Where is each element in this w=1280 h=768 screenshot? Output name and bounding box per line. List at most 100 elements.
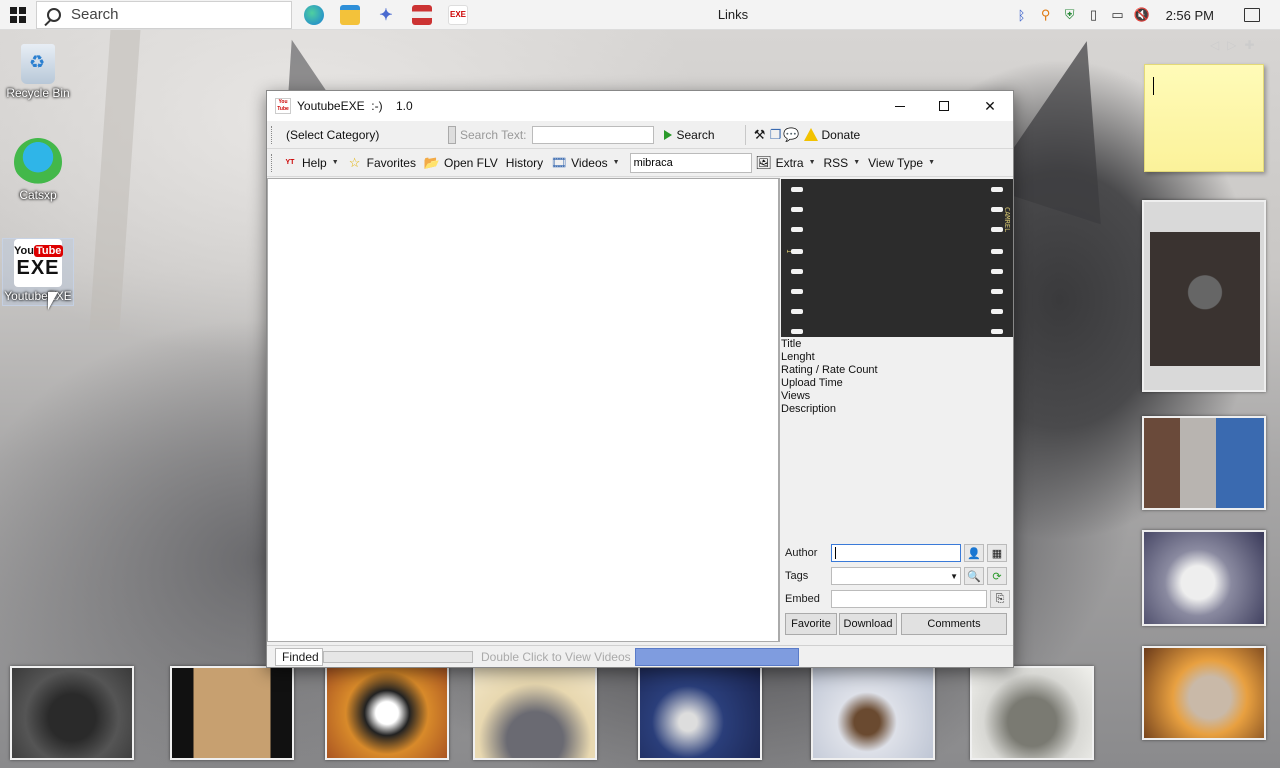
author-label: Author bbox=[785, 547, 818, 559]
system-tray: ᛒ ⚲ ⛨ ▯ ▭ 🔇 2:56 PM bbox=[1014, 0, 1280, 30]
category-scroll[interactable] bbox=[448, 125, 456, 144]
search-magnifier-icon[interactable]: ⚲ bbox=[1038, 7, 1054, 23]
chat-icon[interactable]: 💬 bbox=[783, 127, 799, 143]
search-text-input[interactable] bbox=[532, 125, 655, 144]
strip-photo-black-cat[interactable] bbox=[10, 666, 134, 760]
app-logo-icon: You Tube bbox=[275, 98, 291, 114]
notifications-icon[interactable] bbox=[1244, 8, 1260, 22]
search-button[interactable]: Search bbox=[660, 128, 718, 142]
links-toolbar[interactable]: Links bbox=[690, 0, 776, 30]
tags-refresh-button[interactable]: ⟳ bbox=[987, 567, 1007, 585]
window-titlebar[interactable]: You Tube YoutubeEXE :-) 1.0 ✕ bbox=[267, 91, 1013, 121]
dropdown-arrow-icon: ▼ bbox=[612, 159, 620, 166]
close-button[interactable]: ✕ bbox=[967, 91, 1013, 121]
window-mode-icon[interactable]: ❐ bbox=[768, 127, 784, 143]
clock[interactable]: 2:56 PM bbox=[1166, 8, 1214, 23]
network-icon[interactable]: ▭ bbox=[1110, 7, 1126, 23]
side-photo-kitten[interactable] bbox=[1142, 200, 1266, 392]
play-icon bbox=[664, 129, 673, 140]
desktop-icon-youtubeexe[interactable]: You Tube EXE YoutubeEXE bbox=[2, 238, 74, 306]
help-menu[interactable]: YT Help ▼ bbox=[278, 155, 343, 171]
extra-menu[interactable]: 🖼 Extra ▼ bbox=[752, 155, 820, 171]
film-sprocket bbox=[791, 329, 803, 334]
desktop-icon-recycle-bin[interactable]: Recycle Bin bbox=[2, 40, 74, 100]
desktop-icon-label: YoutubeEXE bbox=[4, 289, 72, 303]
film-sprocket bbox=[791, 207, 803, 212]
youtubeexe-icon: You Tube EXE bbox=[14, 239, 64, 287]
donate-button[interactable]: Donate bbox=[800, 128, 865, 142]
tools-icon[interactable]: ⚒ bbox=[752, 127, 768, 143]
start-button[interactable] bbox=[0, 0, 36, 30]
bluetooth-icon[interactable]: ᛒ bbox=[1014, 7, 1030, 23]
status-finded: Finded bbox=[275, 647, 323, 666]
magnifier-icon: 🔍 bbox=[967, 570, 981, 583]
star-icon: ☆ bbox=[348, 154, 361, 170]
desktop-icon-catsxp[interactable]: Catsxp bbox=[2, 138, 74, 202]
tags-search-button[interactable]: 🔍 bbox=[964, 567, 984, 585]
volume-muted-icon[interactable]: 🔇 bbox=[1133, 7, 1149, 23]
taskbar-search-box[interactable]: Search bbox=[36, 0, 292, 29]
author-input[interactable] bbox=[831, 544, 961, 562]
maximize-button[interactable] bbox=[921, 91, 967, 121]
embed-label: Embed bbox=[785, 593, 820, 605]
strip-photo-spotted-kitten[interactable] bbox=[638, 666, 762, 760]
view-type-menu[interactable]: View Type ▼ bbox=[864, 156, 939, 170]
video-list[interactable] bbox=[267, 178, 779, 642]
film-sprocket bbox=[991, 289, 1003, 294]
film-sprocket bbox=[791, 249, 803, 254]
embed-input[interactable] bbox=[831, 590, 987, 608]
toolbar-grip[interactable] bbox=[271, 153, 274, 172]
videos-menu[interactable]: 🎞 Videos ▼ bbox=[547, 155, 623, 171]
side-photo-cat-sleeping[interactable] bbox=[1142, 416, 1266, 510]
search-toolbar: (Select Category) Search Text: Search ⚒ … bbox=[267, 121, 1013, 149]
author-profile-button[interactable]: 👤 bbox=[964, 544, 984, 562]
comments-button[interactable]: Comments bbox=[901, 613, 1007, 635]
video-preview-filmstrip[interactable]: 1 CAMREL bbox=[781, 179, 1013, 337]
gadget-next-icon[interactable]: ▷ bbox=[1227, 38, 1236, 52]
user-card-icon: 🖼 bbox=[755, 154, 772, 170]
author-row: Author 👤 ▦ bbox=[785, 543, 1007, 563]
side-photo-cat-blanket[interactable] bbox=[1142, 530, 1266, 626]
film-sprocket bbox=[791, 227, 803, 232]
film-sprocket bbox=[991, 329, 1003, 334]
edge-icon[interactable] bbox=[304, 4, 324, 25]
strip-photo-gray-cat[interactable] bbox=[473, 666, 597, 760]
youtubeexe-taskbar-icon[interactable]: EXE bbox=[448, 4, 468, 25]
favorite-button[interactable]: Favorite bbox=[785, 613, 837, 635]
file-explorer-icon[interactable] bbox=[340, 4, 360, 25]
side-photo-cat-bed[interactable] bbox=[1142, 646, 1266, 740]
film-sprocket bbox=[791, 269, 803, 274]
usb-icon[interactable]: ▯ bbox=[1086, 7, 1102, 23]
toolbar-grip[interactable] bbox=[271, 125, 274, 144]
gadget-navigation: ◁ ▷ ✚ bbox=[1210, 38, 1255, 52]
film-sprocket bbox=[991, 187, 1003, 192]
tags-dropdown[interactable]: ▼ bbox=[831, 567, 961, 585]
detail-views-label: Views bbox=[781, 390, 811, 402]
search-button-label: Search bbox=[676, 127, 715, 142]
desktop-icon-label: Recycle Bin bbox=[6, 86, 70, 100]
strip-photo-tabby-yawning[interactable] bbox=[170, 666, 294, 760]
rss-menu[interactable]: RSS ▼ bbox=[820, 156, 865, 170]
history-button[interactable]: History bbox=[502, 156, 547, 170]
gadget-prev-icon[interactable]: ◁ bbox=[1210, 38, 1219, 52]
category-select[interactable]: (Select Category) bbox=[278, 128, 448, 142]
favorites-button[interactable]: ☆ Favorites bbox=[343, 155, 420, 171]
embed-copy-button[interactable]: ⎘ bbox=[990, 590, 1010, 608]
gadget-add-icon[interactable]: ✚ bbox=[1244, 38, 1254, 52]
strip-photo-cat-snow[interactable] bbox=[811, 666, 935, 760]
search-text-label: Search Text: bbox=[460, 127, 527, 142]
video-details-labels: Title Lenght Rating / Rate Count Upload … bbox=[781, 338, 878, 416]
strip-photo-tuxedo-cat[interactable] bbox=[325, 666, 449, 760]
film-sprocket bbox=[991, 249, 1003, 254]
author-videos-button[interactable]: ▦ bbox=[987, 544, 1007, 562]
flag-icon[interactable] bbox=[412, 4, 432, 25]
video-id-input[interactable] bbox=[629, 152, 752, 173]
download-button[interactable]: Download bbox=[839, 613, 897, 635]
open-flv-button[interactable]: 📂 Open FLV bbox=[420, 155, 502, 171]
app-icon[interactable]: ✦ bbox=[376, 5, 396, 25]
rss-label: RSS bbox=[823, 155, 849, 170]
sticky-note[interactable] bbox=[1144, 64, 1264, 172]
strip-photo-tabby-standing[interactable] bbox=[970, 666, 1094, 760]
shield-icon[interactable]: ⛨ bbox=[1062, 7, 1078, 23]
minimize-button[interactable] bbox=[877, 91, 923, 121]
